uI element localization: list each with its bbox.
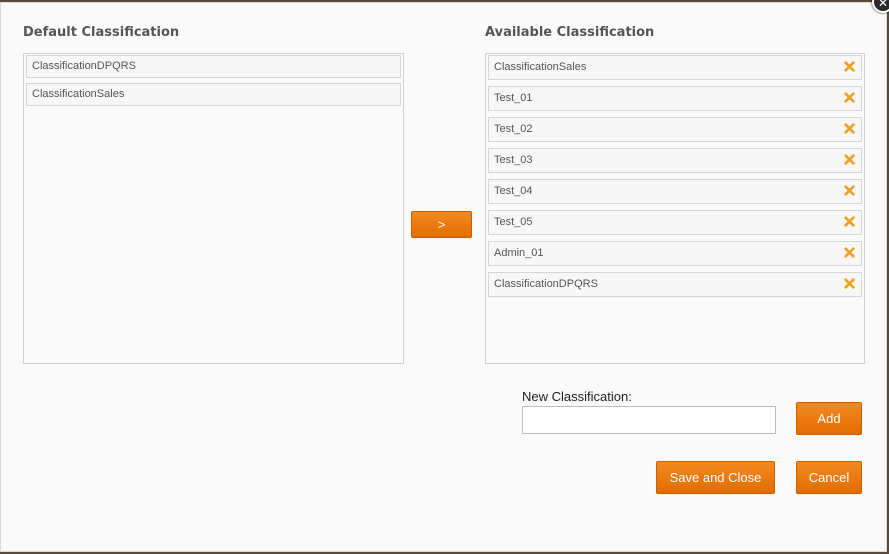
list-item-label: ClassificationDPQRS [494, 278, 598, 290]
available-classification-title: Available Classification [485, 25, 655, 40]
move-right-button[interactable]: > [411, 211, 472, 238]
remove-x-icon[interactable] [844, 92, 855, 103]
list-item-label: ClassificationSales [494, 61, 587, 73]
default-classification-list[interactable]: ClassificationDPQRS ClassificationSales [23, 53, 404, 364]
list-item-label: Test_05 [494, 216, 533, 228]
default-classification-title: Default Classification [23, 25, 180, 40]
list-item-label: Test_03 [494, 154, 533, 166]
list-item[interactable]: ClassificationSales [488, 55, 862, 80]
list-item-label: Admin_01 [494, 247, 544, 259]
remove-x-icon[interactable] [844, 123, 855, 134]
classification-dialog: ✕ Default Classification ClassificationD… [0, 0, 889, 552]
list-item[interactable]: ClassificationDPQRS [26, 55, 401, 78]
list-item[interactable]: ClassificationSales [26, 83, 401, 106]
list-item-label: ClassificationDPQRS [32, 60, 136, 72]
remove-x-icon[interactable] [844, 185, 855, 196]
list-item-label: Test_02 [494, 123, 533, 135]
new-classification-input[interactable] [522, 406, 776, 434]
remove-x-icon[interactable] [844, 61, 855, 72]
remove-x-icon[interactable] [844, 216, 855, 227]
add-button[interactable]: Add [796, 402, 862, 435]
list-item[interactable]: Test_05 [488, 210, 862, 235]
list-item[interactable]: ClassificationDPQRS [488, 272, 862, 297]
list-item[interactable]: Test_04 [488, 179, 862, 204]
remove-x-icon[interactable] [844, 247, 855, 258]
close-icon[interactable]: ✕ [872, 0, 889, 13]
list-item[interactable]: Test_01 [488, 86, 862, 111]
new-classification-label: New Classification: [522, 389, 632, 404]
list-item[interactable]: Test_02 [488, 117, 862, 142]
list-item-label: Test_01 [494, 92, 533, 104]
list-item-label: ClassificationSales [32, 88, 125, 100]
remove-x-icon[interactable] [844, 278, 855, 289]
list-item[interactable]: Admin_01 [488, 241, 862, 266]
save-and-close-button[interactable]: Save and Close [656, 461, 775, 494]
cancel-button[interactable]: Cancel [796, 461, 862, 494]
list-item-label: Test_04 [494, 185, 533, 197]
list-item[interactable]: Test_03 [488, 148, 862, 173]
remove-x-icon[interactable] [844, 154, 855, 165]
available-classification-list[interactable]: ClassificationSales Test_01 Test_02 Test… [485, 53, 865, 364]
